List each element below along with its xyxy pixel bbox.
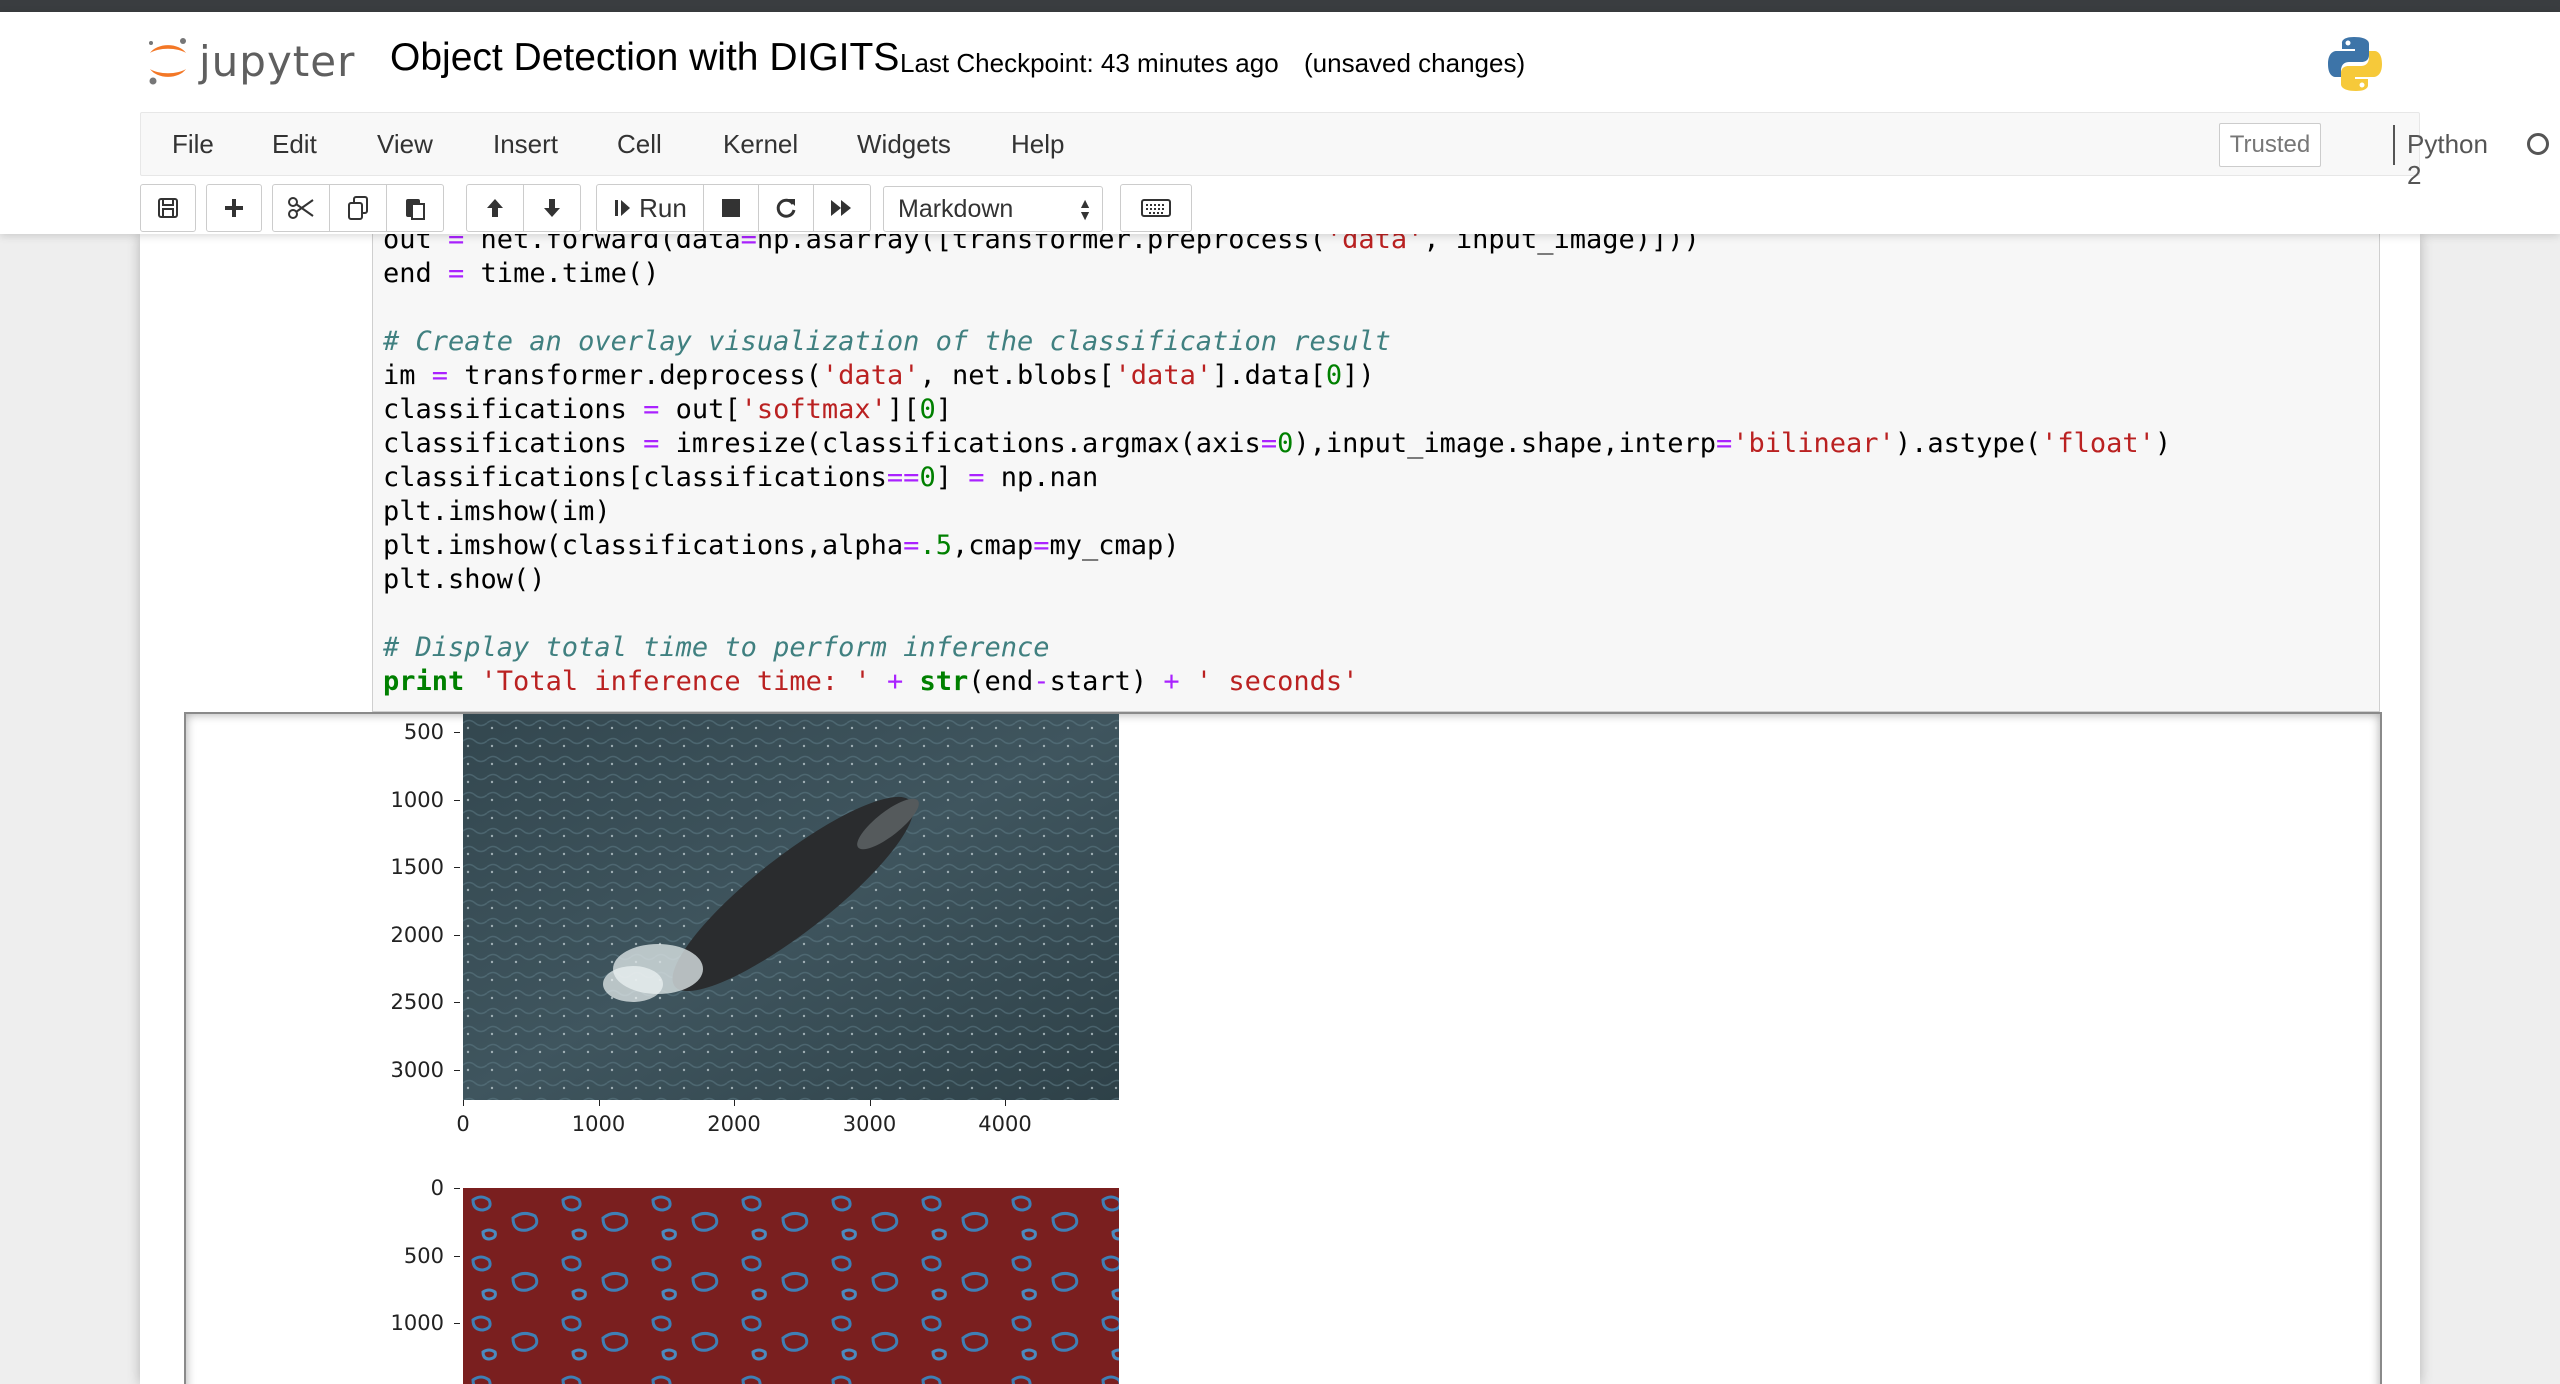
classification-overlay-image [463,1188,1119,1384]
y-tick-label: 2500 [390,990,444,1014]
checkpoint-status: Last Checkpoint: 43 minutes ago [900,48,1279,78]
code-line: print 'Total inference time: ' + str(end… [383,666,1359,697]
x-tick-label: 0 [456,1112,470,1136]
y-tick-mark [454,934,460,936]
copy-icon [348,196,368,220]
y-tick-mark [454,1188,460,1189]
cell-type-value: Markdown [898,194,1014,223]
whale-image [463,714,1119,1100]
code-cell-input[interactable]: out = net.forward(data=np.asarray([trans… [372,234,2380,712]
code-line: # Display total time to perform inferenc… [383,632,1050,663]
trusted-badge[interactable]: Trusted [2219,123,2321,167]
arrow-down-icon [544,199,560,217]
interrupt-button[interactable] [703,184,759,232]
run-icon [615,200,631,216]
y-tick-mark [454,1323,460,1324]
jupyter-logo-icon [149,38,186,85]
save-button[interactable] [140,184,196,232]
x-tick-mark [1005,1100,1006,1106]
y-tick-label: 1000 [390,1311,444,1335]
run-label: Run [639,192,687,223]
notebook-header: jupyter Object Detection with DIGITS Las… [0,12,2560,234]
code-line: classifications[classifications==0] = np… [383,462,1099,493]
kernel-name[interactable]: Python 2 [2407,129,2488,191]
x-tick-label: 1000 [571,1112,626,1136]
run-button[interactable]: Run [596,184,704,232]
insert-cell-button[interactable] [206,184,262,232]
paste-button[interactable] [386,184,444,232]
restart-button[interactable] [758,184,814,232]
menu-edit[interactable]: Edit [272,129,317,160]
move-down-button[interactable] [523,184,581,232]
code-line: plt.imshow(classifications,alpha=.5,cmap… [383,530,1180,561]
keyboard-icon [1141,199,1171,217]
cut-button[interactable] [272,184,330,232]
kernel-separator [2393,125,2395,165]
menu-widgets[interactable]: Widgets [857,129,951,160]
code-line: out = net.forward(data=np.asarray([trans… [383,234,1700,255]
y-tick-mark [454,1255,460,1257]
y-tick-mark [454,867,460,868]
x-tick-mark [869,1100,871,1106]
jupyter-logo-text: jupyter [199,36,356,86]
copy-button[interactable] [329,184,387,232]
menu-help[interactable]: Help [1011,129,1064,160]
plus-icon [225,199,243,217]
notebook-title[interactable]: Object Detection with DIGITS [390,36,899,80]
unsaved-status: (unsaved changes) [1304,48,1526,78]
code-line: plt.show() [383,564,546,595]
y-tick-label: 500 [403,1243,444,1268]
menu-bar: File Edit View Insert Cell Kernel Widget… [140,112,2549,190]
menu-cell[interactable]: Cell [617,129,662,160]
x-tick-mark [734,1100,735,1106]
fast-forward-icon [831,200,851,216]
arrow-up-icon [487,199,503,217]
menu-view[interactable]: View [377,129,433,160]
move-up-button[interactable] [466,184,524,232]
cut-icon [288,197,314,219]
menu-insert[interactable]: Insert [493,129,558,160]
cell-output-area[interactable]: 500 1000 1500 2000 2500 3000 0 1000 2000 3000 400… [184,712,2382,1384]
code-line: # Create an overlay visualization of the… [383,326,1391,357]
select-arrows-icon: ▲ ▼ [1078,195,1092,223]
code-line: plt.imshow(im) [383,496,611,527]
y-tick-label: 3000 [390,1057,444,1082]
x-tick-mark [463,1100,464,1106]
x-tick-label: 2000 [707,1112,761,1136]
restart-icon [776,198,796,218]
y-tick-mark [454,799,460,801]
y-tick-label: 0 [430,1176,444,1200]
code-line: classifications = out['softmax'][0] [383,394,952,425]
command-palette-button[interactable] [1120,184,1192,232]
menu-file[interactable]: File [172,129,214,160]
code-line: end = time.time() [383,258,660,289]
restart-run-all-button[interactable] [813,184,871,232]
y-tick-label: 2000 [390,922,444,947]
cell-type-select[interactable]: Markdown ▲ ▼ [883,186,1103,232]
y-tick-label: 1000 [390,787,444,812]
x-tick-label: 4000 [978,1112,1032,1136]
browser-top-strip [0,0,2560,12]
y-tick-mark [454,732,460,733]
stop-icon [722,199,740,217]
y-tick-mark [454,1002,460,1003]
save-icon [158,198,178,218]
kernel-idle-icon [2527,133,2549,155]
y-tick-label: 1500 [390,855,444,879]
y-tick-label: 500 [403,720,444,744]
python-logo-icon [2325,34,2385,99]
code-line: classifications = imresize(classificatio… [383,428,2172,459]
paste-icon [406,199,425,220]
y-tick-mark [454,1069,460,1071]
x-tick-mark [598,1100,600,1106]
code-line: im = transformer.deprocess('data', net.b… [383,360,1375,391]
jupyter-logo[interactable]: jupyter [145,26,355,96]
notebook-container: out = net.forward(data=np.asarray([trans… [140,234,2420,1384]
x-tick-label: 3000 [842,1112,897,1136]
menu-kernel[interactable]: Kernel [723,129,798,160]
